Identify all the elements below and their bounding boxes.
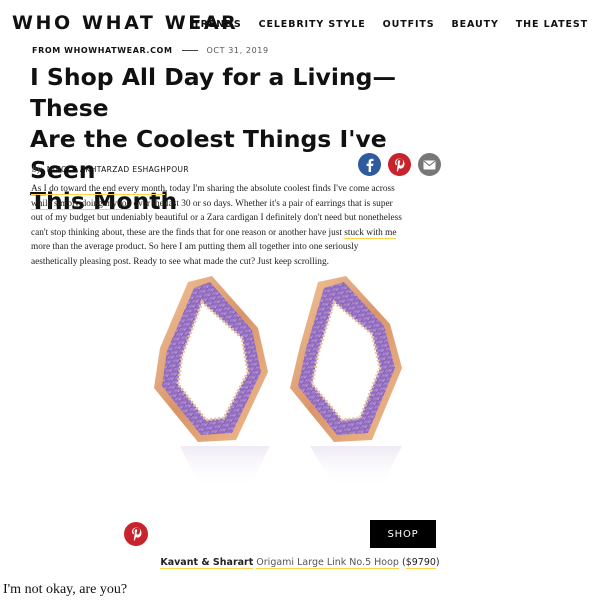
nav-trends[interactable]: TRENDS [193,19,241,30]
meta-divider [181,50,198,51]
product-caption: Kavant & Sharart Origami Large Link No.5… [0,557,600,569]
nav-celebrity-style[interactable]: CELEBRITY STYLE [259,19,366,30]
byline: by NICOLE AKHTARZAD ESHAGHPOUR [32,165,189,174]
link-end-every-month[interactable]: As I do toward the end every month [31,184,165,195]
facebook-share-button[interactable] [358,153,381,176]
product-name-link[interactable]: Origami Large Link No.5 Hoop [256,557,399,569]
pinterest-icon [395,158,405,172]
pin-product-button[interactable] [124,522,148,546]
link-stuck-with-me[interactable]: stuck with me [344,227,397,239]
body-text-segment: more than the average product. So here I… [31,242,359,267]
facebook-icon [366,158,374,172]
nav-outfits[interactable]: OUTFITS [383,19,435,30]
title-line: I Shop All Day for a Living—These [30,63,396,122]
shop-bar: SHOP [120,520,436,548]
right-earring [290,276,402,442]
price-paren: ) [435,557,440,568]
earring-reflection [180,446,402,490]
pinterest-icon [131,527,141,541]
product-image[interactable] [140,270,440,508]
left-earring [154,276,268,442]
overlay-text: I'm not okay, are you? [3,582,128,597]
byline-prefix: by [32,165,42,174]
title-line: Are the Coolest Things I've Seen [30,125,387,184]
author-name[interactable]: NICOLE AKHTARZAD ESHAGHPOUR [47,165,189,174]
price-paren: ( [398,557,406,568]
nav-beauty[interactable]: BEAUTY [452,19,499,30]
product-brand-link[interactable]: Kavant & Sharart [160,557,254,569]
email-share-button[interactable] [418,153,441,176]
email-icon [423,160,436,169]
pinterest-share-button[interactable] [388,153,411,176]
nav-the-latest[interactable]: THE LATEST [516,19,588,30]
product-price-link[interactable]: $9790 [405,557,436,569]
link-doing-my-job[interactable]: while simply doing my job [31,198,132,210]
article-source[interactable]: FROM WHOWHATWEAR.COM [32,46,173,55]
shop-button[interactable]: SHOP [370,520,436,548]
article-intro: As I do toward the end every month, toda… [31,182,406,270]
site-header: WHO WHAT WEAR TRENDS CELEBRITY STYLE OUT… [0,0,600,50]
article-meta: FROM WHOWHATWEAR.COM OCT 31, 2019 [32,46,269,55]
body-text-segment: , today I'm sharing the absolute coolest… [165,184,395,194]
main-nav: TRENDS CELEBRITY STYLE OUTFITS BEAUTY TH… [193,19,588,30]
article-date: OCT 31, 2019 [206,46,269,55]
